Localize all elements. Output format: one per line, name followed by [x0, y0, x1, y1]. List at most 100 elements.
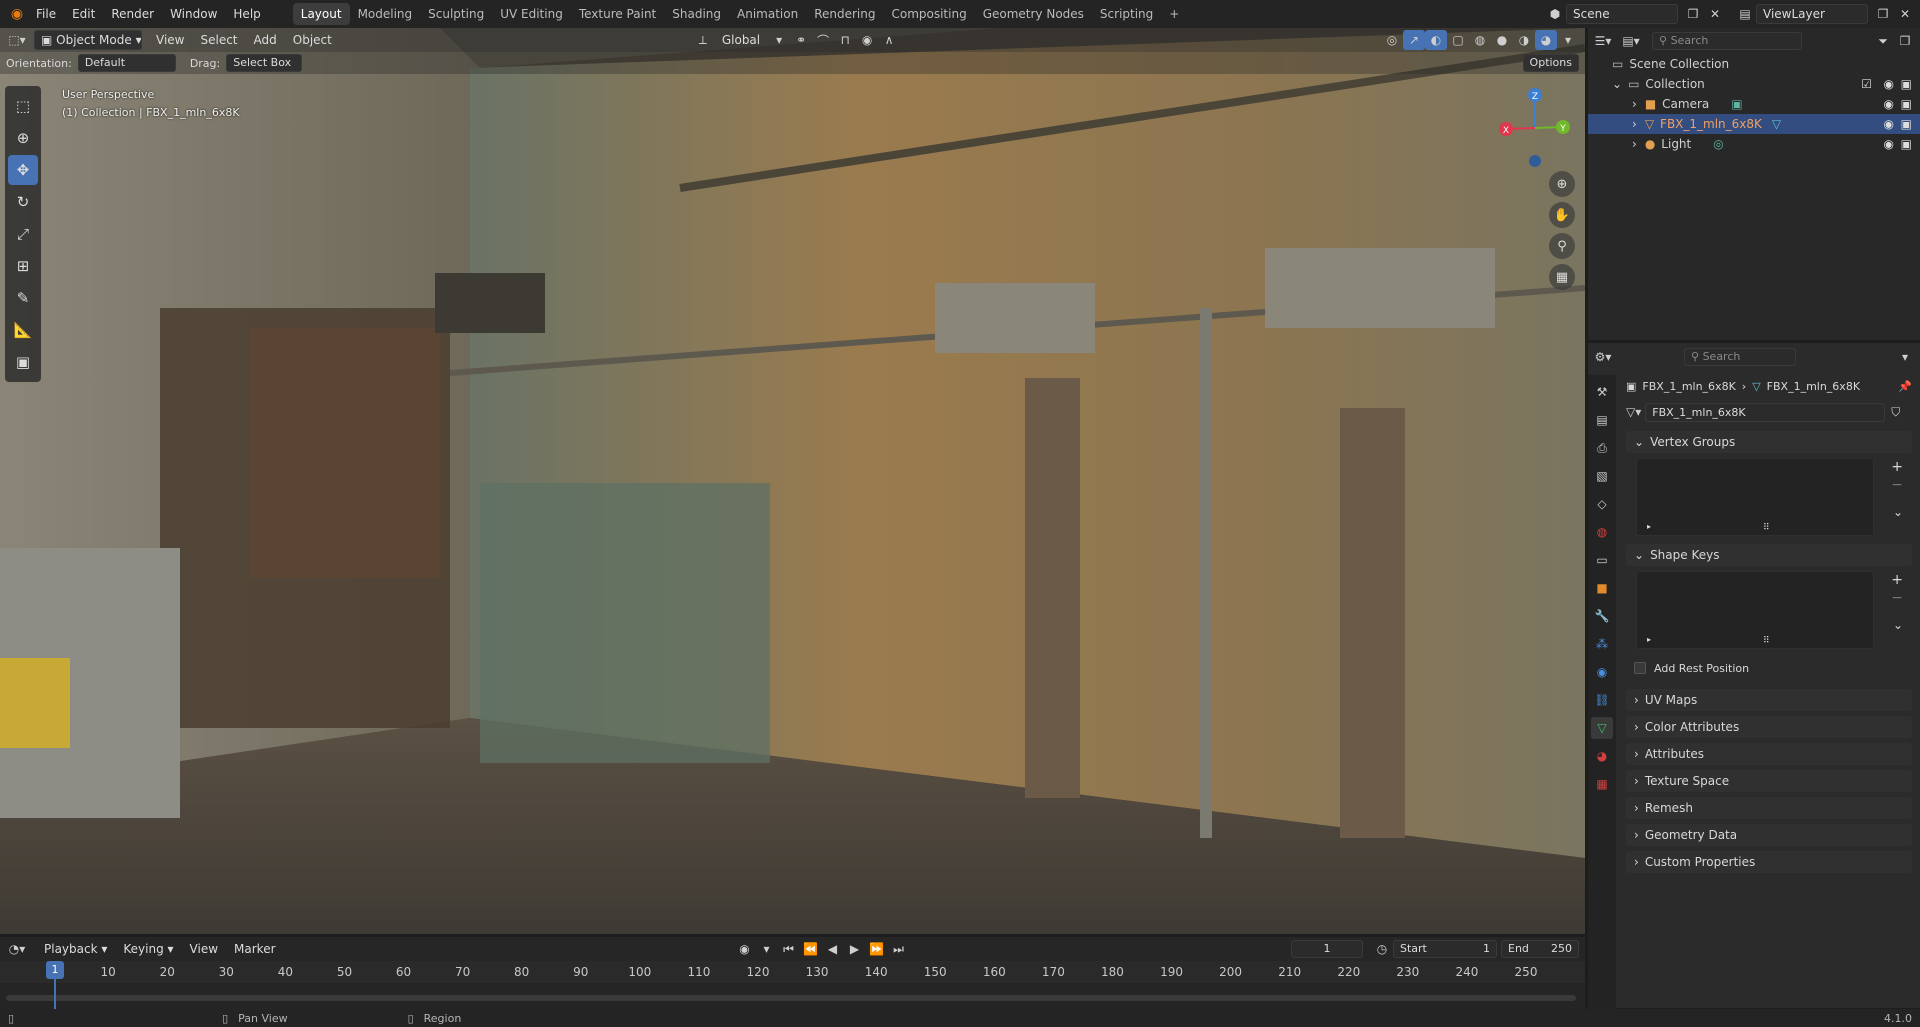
- scene-tab-icon[interactable]: ◇: [1591, 493, 1613, 515]
- constraints-tab-icon[interactable]: ⛓: [1591, 689, 1613, 711]
- light-data-icon[interactable]: ◎: [1713, 137, 1723, 151]
- annotate-tool-icon[interactable]: ✎: [8, 283, 38, 313]
- panel-custom-properties[interactable]: › Custom Properties: [1626, 851, 1912, 873]
- menu-window[interactable]: Window: [162, 3, 225, 25]
- play-icon[interactable]: ▶: [844, 939, 866, 959]
- include-checkbox-icon[interactable]: ☑: [1861, 77, 1872, 91]
- panel-shape-keys[interactable]: ⌄ Shape Keys: [1626, 544, 1912, 566]
- shape-keys-list[interactable]: ▸ ⠿ + − ⌄: [1636, 571, 1903, 649]
- tab-layout[interactable]: Layout: [292, 3, 350, 25]
- material-shading-icon[interactable]: ◑: [1513, 30, 1535, 50]
- transform-orientation-dropdown[interactable]: Global: [714, 29, 768, 51]
- keying-options-icon[interactable]: ▾: [756, 939, 778, 959]
- timeline-menu-view[interactable]: View: [182, 938, 226, 960]
- mode-dropdown[interactable]: ▣ Object Mode ▾: [34, 30, 142, 50]
- viewlayer-field[interactable]: ViewLayer: [1756, 4, 1868, 24]
- start-frame-field[interactable]: Start 1: [1393, 940, 1497, 958]
- cursor-tool-icon[interactable]: ⊕: [8, 123, 38, 153]
- panel-color-attributes[interactable]: › Color Attributes: [1626, 716, 1912, 738]
- filter-icon[interactable]: ⏷: [1872, 31, 1894, 51]
- chevron-down-icon[interactable]: ▾: [768, 30, 790, 50]
- eye-icon[interactable]: ◉: [1884, 117, 1894, 131]
- tab-animation[interactable]: Animation: [729, 3, 806, 25]
- render-camera-icon[interactable]: ▣: [1901, 117, 1912, 131]
- rendered-shading-icon[interactable]: ◕: [1535, 30, 1557, 50]
- proportional-edit-icon[interactable]: ◉: [856, 30, 878, 50]
- properties-search-input[interactable]: ⚲ Search: [1684, 348, 1796, 366]
- panel-remesh[interactable]: › Remesh: [1626, 797, 1912, 819]
- scale-tool-icon[interactable]: ⤢: [8, 219, 38, 249]
- options-dropdown[interactable]: Options: [1522, 54, 1579, 72]
- new-scene-icon[interactable]: ❐: [1682, 4, 1704, 24]
- playhead-line[interactable]: [54, 979, 56, 1009]
- navigation-gizmo[interactable]: Z X Y: [1490, 83, 1580, 173]
- panel-geometry-data[interactable]: › Geometry Data: [1626, 824, 1912, 846]
- shape-key-menu-icon[interactable]: ⌄: [1893, 618, 1903, 632]
- eye-icon[interactable]: ◉: [1884, 77, 1894, 91]
- menu-help[interactable]: Help: [225, 3, 268, 25]
- menu-file[interactable]: File: [28, 3, 64, 25]
- shading-options-icon[interactable]: ▾: [1557, 30, 1579, 50]
- mesh-data-icon[interactable]: ▽▾: [1626, 405, 1641, 419]
- 3d-viewport[interactable]: ⬚▾ ▣ Object Mode ▾ View Select Add Objec…: [0, 28, 1585, 934]
- tab-rendering[interactable]: Rendering: [806, 3, 883, 25]
- display-mode-icon[interactable]: ▤▾: [1620, 31, 1642, 51]
- blender-logo-icon[interactable]: ◉: [6, 4, 28, 24]
- timeline-track-area[interactable]: [0, 983, 1585, 1009]
- drag-dropdown[interactable]: Select Box: [226, 54, 303, 72]
- texture-tab-icon[interactable]: ▦: [1591, 773, 1613, 795]
- outliner-row-camera[interactable]: › ■ Camera ▣ ◉ ▣: [1588, 94, 1920, 114]
- overlay-toggle-icon[interactable]: ◐: [1425, 30, 1447, 50]
- render-camera-icon[interactable]: ▣: [1901, 137, 1912, 151]
- remove-shape-key-icon[interactable]: −: [1891, 590, 1903, 606]
- tab-scripting[interactable]: Scripting: [1092, 3, 1161, 25]
- tab-texture-paint[interactable]: Texture Paint: [571, 3, 664, 25]
- modifier-tab-icon[interactable]: 🔧: [1591, 605, 1613, 627]
- collection-tab-icon[interactable]: ▭: [1591, 549, 1613, 571]
- zoom-icon[interactable]: ⊕: [1549, 171, 1575, 197]
- eye-icon[interactable]: ◉: [1884, 97, 1894, 111]
- remove-viewlayer-icon[interactable]: ✕: [1894, 4, 1916, 24]
- camera-data-icon[interactable]: ▣: [1731, 97, 1742, 111]
- vertex-group-menu-icon[interactable]: ⌄: [1893, 505, 1903, 519]
- object-tab-icon[interactable]: ■: [1591, 577, 1613, 599]
- outliner-row-fbx[interactable]: › ▽ FBX_1_mln_6x8K ▽ ◉ ▣: [1588, 114, 1920, 134]
- mesh-data-icon[interactable]: ▽: [1772, 117, 1781, 131]
- outliner-row-scene-collection[interactable]: ▭ Scene Collection: [1588, 54, 1920, 74]
- list-expand-icon[interactable]: ▸: [1647, 635, 1651, 644]
- expand-chevron-icon[interactable]: ›: [1632, 137, 1637, 151]
- solid-shading-icon[interactable]: ●: [1491, 30, 1513, 50]
- tab-sculpting[interactable]: Sculpting: [420, 3, 492, 25]
- camera-view-icon[interactable]: ⚲: [1549, 233, 1575, 259]
- viewport-menu-view[interactable]: View: [148, 29, 192, 51]
- select-box-tool-icon[interactable]: ⬚: [8, 91, 38, 121]
- fake-user-shield-icon[interactable]: ⛉: [1891, 405, 1900, 420]
- chevron-down-icon[interactable]: ▾: [1894, 347, 1916, 367]
- menu-edit[interactable]: Edit: [64, 3, 103, 25]
- timeline-scrollbar[interactable]: [6, 995, 1576, 1001]
- xray-icon[interactable]: ▢: [1447, 30, 1469, 50]
- move-tool-icon[interactable]: ✥: [8, 155, 38, 185]
- panel-uv-maps[interactable]: › UV Maps: [1626, 689, 1912, 711]
- remove-vertex-group-icon[interactable]: −: [1891, 477, 1903, 493]
- add-workspace-button[interactable]: +: [1161, 3, 1187, 25]
- viewport-menu-select[interactable]: Select: [192, 29, 245, 51]
- menu-render[interactable]: Render: [103, 3, 162, 25]
- data-tab-icon[interactable]: ▽: [1591, 717, 1613, 739]
- viewport-menu-add[interactable]: Add: [246, 29, 285, 51]
- timeline-menu-playback[interactable]: Playback ▾: [36, 938, 115, 960]
- render-camera-icon[interactable]: ▣: [1901, 97, 1912, 111]
- tab-compositing[interactable]: Compositing: [883, 3, 974, 25]
- play-reverse-icon[interactable]: ◀: [822, 939, 844, 959]
- tab-geometry-nodes[interactable]: Geometry Nodes: [975, 3, 1092, 25]
- visibility-icon[interactable]: ◎: [1381, 30, 1403, 50]
- material-tab-icon[interactable]: ◕: [1591, 745, 1613, 767]
- end-frame-field[interactable]: End 250: [1501, 940, 1579, 958]
- orientation-dropdown[interactable]: Default: [77, 54, 176, 72]
- pan-hand-icon[interactable]: ✋: [1549, 202, 1575, 228]
- jump-prev-keyframe-icon[interactable]: ⏪: [800, 939, 822, 959]
- timeline-ruler[interactable]: 10 20 30 40 50 60 70 80 90 100 110 120 130 140 150 160 1…: [0, 961, 1585, 983]
- outliner-row-collection[interactable]: ⌄ ▭ Collection ☑ ◉ ▣: [1588, 74, 1920, 94]
- wireframe-shading-icon[interactable]: ◍: [1469, 30, 1491, 50]
- world-tab-icon[interactable]: ◍: [1591, 521, 1613, 543]
